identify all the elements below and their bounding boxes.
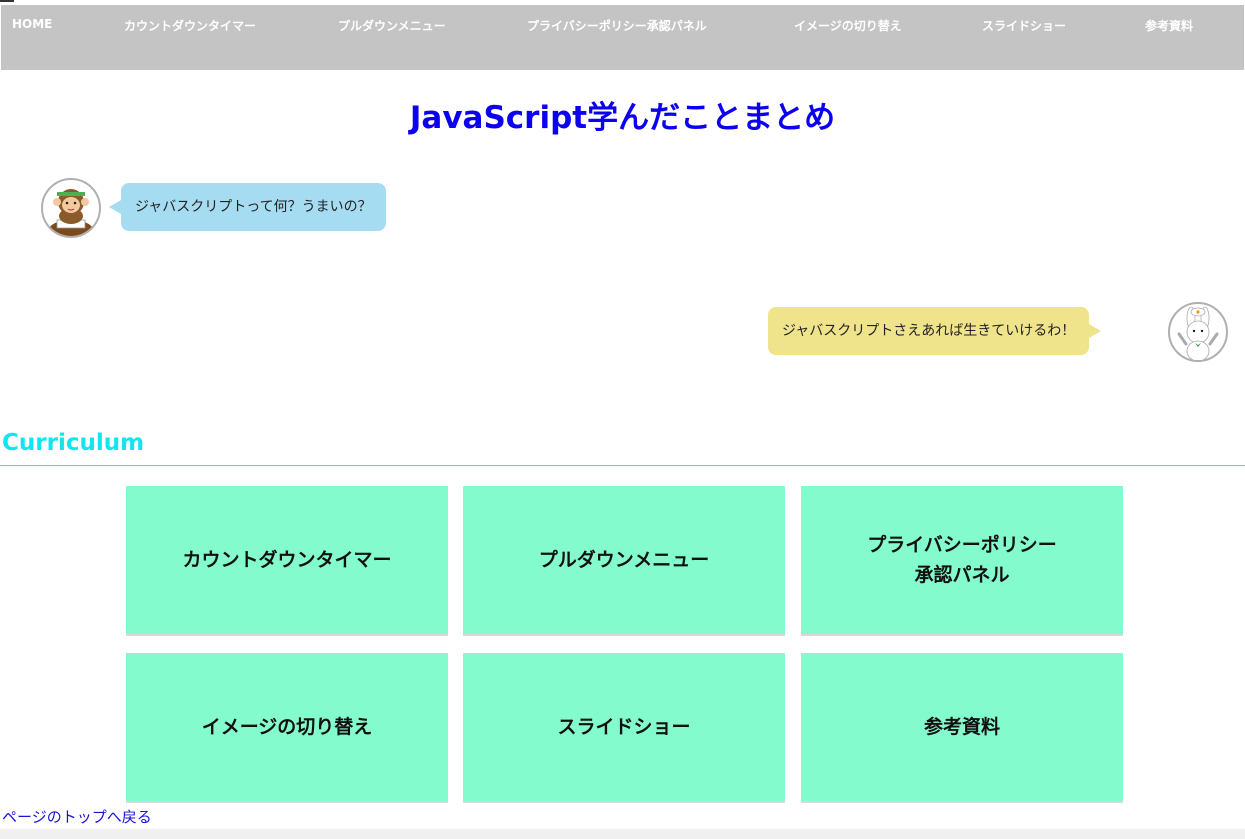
nav-item-privacy-panel[interactable]: プライバシーポリシー承認パネル	[527, 17, 707, 34]
nav-item-image-switch[interactable]: イメージの切り替え	[794, 17, 902, 34]
chat-bubble-right: ジャバスクリプトさえあれば生きていけるわ！	[768, 307, 1102, 355]
back-to-top-link[interactable]: ページのトップへ戻る	[2, 806, 152, 827]
monkey-avatar	[41, 178, 101, 238]
card-label: スライドショー	[557, 716, 691, 738]
card-label: カウントダウンタイマー	[182, 549, 392, 571]
card-countdown-timer[interactable]: カウントダウンタイマー	[126, 486, 448, 636]
page-title: JavaScript学んだことまとめ	[409, 100, 836, 136]
nav-item-countdown-timer[interactable]: カウントダウンタイマー	[124, 17, 256, 34]
curriculum-heading: Curriculum	[2, 430, 145, 456]
nav-item-pulldown-menu[interactable]: プルダウンメニュー	[338, 17, 446, 34]
nav-item-home[interactable]: HOME	[12, 17, 52, 31]
card-label: プルダウンメニュー	[538, 549, 710, 571]
nav-item-slideshow[interactable]: スライドショー	[982, 17, 1066, 34]
card-slideshow[interactable]: スライドショー	[463, 653, 785, 803]
footer-bar	[0, 829, 1245, 839]
card-privacy-panel[interactable]: プライバシーポリシー 承認パネル	[801, 486, 1123, 636]
chat-bubble-left: ジャバスクリプトって何？うまいの？	[109, 183, 386, 231]
rabbit-avatar	[1168, 302, 1228, 362]
card-image-switch[interactable]: イメージの切り替え	[126, 653, 448, 803]
rabbit-chef-icon	[1177, 306, 1219, 360]
card-pulldown-menu[interactable]: プルダウンメニュー	[463, 486, 785, 636]
card-label: イメージの切り替え	[201, 716, 373, 738]
top-edge-mark	[0, 0, 14, 2]
top-nav: HOME カウントダウンタイマー プルダウンメニュー プライバシーポリシー承認パ…	[1, 5, 1244, 70]
card-references[interactable]: 参考資料	[801, 653, 1123, 803]
nav-item-references[interactable]: 参考資料	[1145, 17, 1193, 34]
section-divider	[0, 465, 1245, 466]
monkey-studying-icon	[49, 189, 93, 236]
card-label: プライバシーポリシー 承認パネル	[867, 534, 1057, 586]
card-label: 参考資料	[923, 716, 1000, 738]
